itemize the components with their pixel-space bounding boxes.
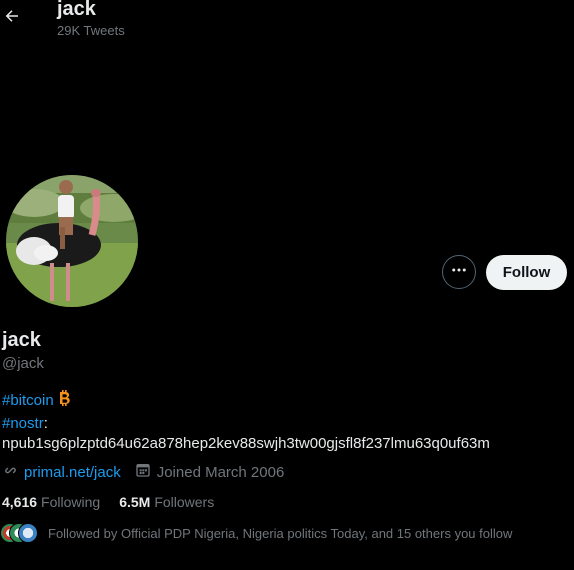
calendar-icon xyxy=(135,462,151,482)
more-horizontal-icon xyxy=(450,261,468,284)
hashtag-bitcoin[interactable]: #bitcoin xyxy=(2,392,54,409)
back-button[interactable] xyxy=(0,2,24,34)
follower-avatars xyxy=(0,523,40,543)
header-title: jack xyxy=(57,0,96,20)
more-button[interactable] xyxy=(442,255,476,289)
website-item: primal.net/jack xyxy=(2,462,121,483)
link-icon xyxy=(2,462,19,483)
tweet-count: 29K Tweets xyxy=(57,23,125,38)
follow-button[interactable]: Follow xyxy=(486,255,567,290)
handle: @jack xyxy=(2,355,44,372)
following-link[interactable]: 4,616 Following xyxy=(2,494,100,510)
profile-page: jack 29K Tweets Follow jack @jack #bitco… xyxy=(0,0,574,570)
website-link[interactable]: primal.net/jack xyxy=(24,464,121,481)
profile-meta: primal.net/jack Joined March 2006 xyxy=(2,462,284,482)
bitcoin-icon xyxy=(56,390,72,414)
followed-by-text: Followed by Official PDP Nigeria, Nigeri… xyxy=(48,525,513,541)
hashtag-nostr[interactable]: #nostr xyxy=(2,415,44,432)
following-label: Following xyxy=(41,494,101,510)
nostr-suffix: : xyxy=(43,415,48,432)
follower-avatar xyxy=(18,523,38,543)
bio-line-1: #bitcoin xyxy=(2,390,490,414)
followers-label: Followers xyxy=(154,494,215,510)
followed-by[interactable]: Followed by Official PDP Nigeria, Nigeri… xyxy=(0,522,512,544)
avatar[interactable] xyxy=(4,173,140,309)
following-count: 4,616 xyxy=(2,494,38,510)
display-name: jack xyxy=(2,329,41,351)
followers-count: 6.5M xyxy=(119,494,151,510)
bio: #bitcoin #nostr: npub1sg6plzptd64u62a878… xyxy=(2,390,490,454)
follow-stats: 4,616 Following 6.5M Followers xyxy=(2,492,214,512)
joined-date: Joined March 2006 xyxy=(156,463,285,481)
bio-line-2: #nostr: xyxy=(2,414,490,434)
joined-item: Joined March 2006 xyxy=(135,462,285,482)
arrow-left-icon xyxy=(3,7,21,30)
bio-npub: npub1sg6plzptd64u62a878hep2kev88swjh3tw0… xyxy=(2,435,490,452)
followers-link[interactable]: 6.5M Followers xyxy=(119,494,214,510)
